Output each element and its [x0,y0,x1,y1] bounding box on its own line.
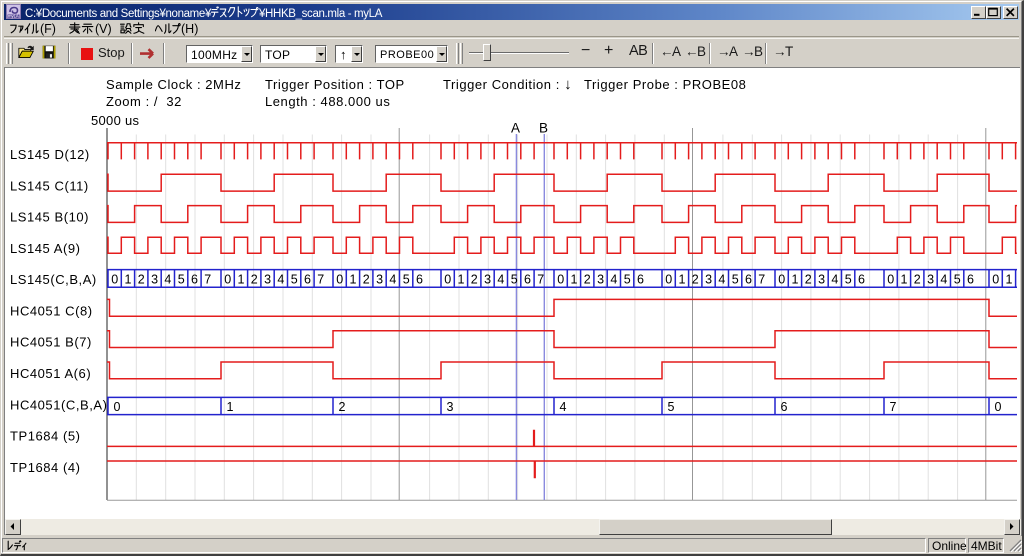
svg-text:LS145(C,B,A): LS145(C,B,A) [10,272,97,287]
svg-text:3: 3 [376,273,383,287]
svg-text:TP1684 (4): TP1684 (4) [10,460,81,475]
svg-text:7: 7 [317,273,324,287]
svg-text:1: 1 [792,273,799,287]
svg-text:4: 4 [497,273,504,287]
svg-text:4: 4 [610,273,617,287]
svg-text:3: 3 [818,273,825,287]
svg-text:5: 5 [732,273,739,287]
svg-text:1: 1 [227,400,234,414]
svg-text:6: 6 [745,273,752,287]
svg-text:2: 2 [692,273,699,287]
svg-text:3: 3 [447,400,454,414]
svg-text:2: 2 [251,273,258,287]
svg-text:0: 0 [557,273,564,287]
svg-text:6: 6 [416,273,423,287]
svg-text:3: 3 [151,273,158,287]
svg-text:HC4051 C(8): HC4051 C(8) [10,304,93,319]
svg-text:7: 7 [204,273,211,287]
svg-text:5: 5 [178,273,185,287]
svg-text:5: 5 [954,273,961,287]
svg-text:HC4051(C,B,A): HC4051(C,B,A) [10,397,107,412]
svg-text:1: 1 [571,273,578,287]
svg-text:3: 3 [705,273,712,287]
svg-text:0: 0 [111,273,118,287]
svg-text:6: 6 [967,273,974,287]
svg-text:1: 1 [125,273,132,287]
svg-text:2: 2 [471,273,478,287]
svg-text:LS145 D(12): LS145 D(12) [10,147,90,162]
svg-text:2: 2 [138,273,145,287]
svg-text:0: 0 [224,273,231,287]
svg-text:LS145 C(11): LS145 C(11) [10,178,89,193]
svg-text:5: 5 [845,273,852,287]
svg-text:5: 5 [403,273,410,287]
svg-text:6: 6 [304,273,311,287]
svg-text:6: 6 [524,273,531,287]
svg-text:0: 0 [336,273,343,287]
svg-text:2: 2 [805,273,812,287]
svg-text:6: 6 [637,273,644,287]
svg-text:7: 7 [758,273,765,287]
svg-text:2: 2 [584,273,591,287]
svg-text:4: 4 [164,273,171,287]
svg-text:0: 0 [887,273,894,287]
svg-text:4: 4 [940,273,947,287]
svg-text:HC4051 B(7): HC4051 B(7) [10,335,92,350]
svg-text:1: 1 [679,273,686,287]
svg-text:0: 0 [444,273,451,287]
svg-text:TP1684 (5): TP1684 (5) [10,429,81,444]
svg-text:2: 2 [914,273,921,287]
svg-text:5: 5 [624,273,631,287]
svg-text:0: 0 [995,400,1002,414]
svg-text:1: 1 [458,273,465,287]
svg-text:1: 1 [238,273,245,287]
svg-text:2: 2 [363,273,370,287]
svg-text:A: A [511,121,520,136]
svg-text:1: 1 [901,273,908,287]
svg-text:0: 0 [992,273,999,287]
svg-text:3: 3 [264,273,271,287]
svg-text:4: 4 [560,400,567,414]
svg-text:4: 4 [389,273,396,287]
svg-text:LS145 A(9): LS145 A(9) [10,241,81,256]
svg-text:1: 1 [1006,273,1013,287]
svg-text:4: 4 [831,273,838,287]
svg-text:3: 3 [484,273,491,287]
svg-text:0: 0 [778,273,785,287]
svg-text:5: 5 [511,273,518,287]
svg-text:6: 6 [191,273,198,287]
svg-text:7: 7 [890,400,897,414]
svg-text:B: B [539,121,548,136]
svg-text:0: 0 [665,273,672,287]
svg-text:0: 0 [114,400,121,414]
svg-text:4: 4 [277,273,284,287]
svg-text:5: 5 [668,400,675,414]
svg-text:6: 6 [858,273,865,287]
svg-text:2: 2 [339,400,346,414]
svg-text:5: 5 [291,273,298,287]
svg-text:1: 1 [350,273,357,287]
svg-text:6: 6 [781,400,788,414]
svg-text:LS145 B(10): LS145 B(10) [10,210,89,225]
svg-text:3: 3 [597,273,604,287]
svg-text:7: 7 [537,273,544,287]
svg-text:4: 4 [718,273,725,287]
svg-text:HC4051 A(6): HC4051 A(6) [10,366,91,381]
svg-text:3: 3 [927,273,934,287]
